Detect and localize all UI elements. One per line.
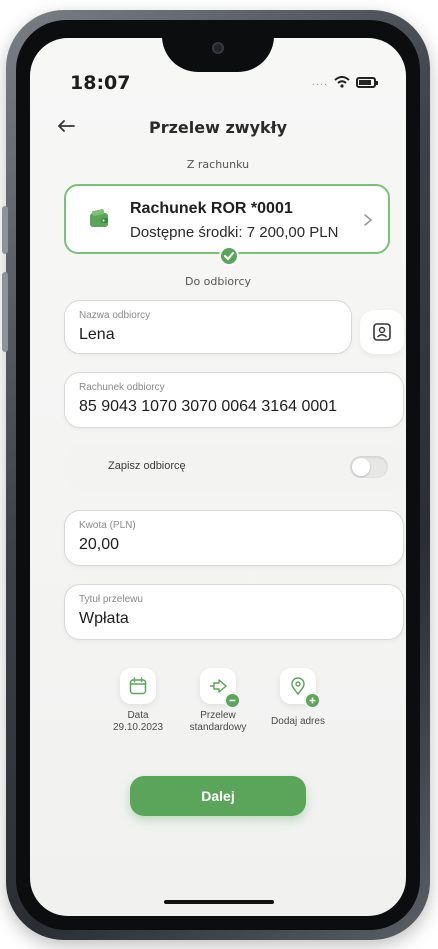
transfer-type-title: Przelew — [200, 710, 236, 721]
to-recipient-label: Do odbiorcy — [184, 275, 252, 288]
contacts-button[interactable] — [360, 310, 404, 354]
front-camera — [212, 42, 224, 54]
transfer-type-value: standardowy — [189, 722, 247, 733]
phone-side-button — [2, 206, 8, 254]
status-time: 18:07 — [70, 72, 131, 94]
phone-volume-button — [2, 272, 8, 352]
status-icons: .... — [311, 76, 378, 88]
signal-dots: .... — [311, 76, 328, 88]
transfer-type-badge — [224, 692, 241, 709]
account-balance: Dostępne środki: 7 200,00 PLN — [130, 224, 339, 241]
from-account-label: Z rachunku — [186, 158, 250, 171]
amount-value: 20,00 — [79, 536, 120, 553]
phone-frame: 18:07 .... Przelew zwykły Z rachunku Rac… — [2, 10, 430, 940]
recipient-account-value: 85 9043 1070 3070 0064 3164 0001 — [79, 398, 338, 415]
recipient-name-label: Nazwa odbiorcy — [79, 310, 151, 321]
arrow-right-icon — [200, 668, 241, 709]
calendar-icon — [120, 668, 156, 704]
next-button[interactable]: Dalej — [130, 776, 306, 816]
date-option-value: 29.10.2023 — [112, 722, 164, 733]
notch — [162, 38, 274, 72]
account-name: Rachunek ROR *0001 — [130, 200, 293, 217]
save-recipient-toggle[interactable] — [350, 456, 388, 478]
wallet-icon — [90, 209, 108, 227]
amount-field[interactable]: Kwota (PLN) 20,00 — [64, 510, 404, 566]
recipient-account-label: Rachunek odbiorcy — [79, 382, 165, 393]
app-screen: 18:07 .... Przelew zwykły Z rachunku Rac… — [30, 38, 406, 916]
contact-book-icon — [373, 323, 391, 341]
date-option[interactable]: Data 29.10.2023 — [94, 668, 182, 734]
date-option-title: Data — [127, 710, 149, 721]
home-indicator[interactable] — [164, 900, 274, 904]
add-address-option[interactable]: Dodaj adres — [254, 668, 342, 728]
recipient-name-value: Lena — [79, 326, 115, 343]
add-address-badge — [304, 692, 321, 709]
chevron-right-icon — [364, 214, 373, 226]
battery-icon — [356, 76, 378, 88]
transfer-title-label: Tytuł przelewu — [79, 594, 143, 605]
recipient-account-field[interactable]: Rachunek odbiorcy 85 9043 1070 3070 0064… — [64, 372, 404, 428]
transfer-type-option[interactable]: Przelew standardowy — [174, 668, 262, 734]
save-recipient-label: Zapisz odbiorcę — [108, 460, 186, 472]
transfer-title-value: Wpłata — [79, 610, 129, 627]
amount-label: Kwota (PLN) — [79, 520, 136, 531]
add-address-title: Dodaj adres — [271, 716, 325, 727]
transfer-title-field[interactable]: Tytuł przelewu Wpłata — [64, 584, 404, 640]
recipient-name-field[interactable]: Nazwa odbiorcy Lena — [64, 300, 352, 354]
save-recipient-row: Zapisz odbiorcę — [64, 444, 404, 490]
location-pin-icon — [280, 668, 321, 709]
page-title: Przelew zwykły — [149, 118, 287, 137]
wifi-icon — [334, 76, 350, 88]
selected-check-icon — [219, 246, 239, 266]
source-account-card[interactable]: Rachunek ROR *0001 Dostępne środki: 7 20… — [64, 184, 390, 254]
